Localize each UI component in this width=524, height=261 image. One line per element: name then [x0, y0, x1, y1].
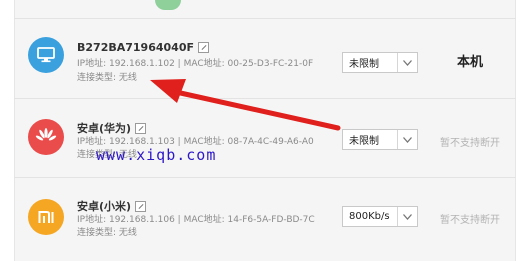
device-row: B272BA71964040F IP地址: 192.168.1.102 | MA…	[14, 19, 516, 99]
disconnect-unavailable-label: 暂不支持断开	[440, 215, 500, 226]
device-name-text: 安卓(小米)	[77, 200, 132, 213]
current-device-label: 本机	[456, 55, 483, 70]
device-name: B272BA71964040F	[77, 41, 209, 54]
device-connection-type: 连接类型: 无线	[77, 228, 137, 238]
speed-limit-value: 未限制	[349, 59, 379, 70]
edit-icon[interactable]	[198, 42, 209, 53]
device-row: 安卓(华为) IP地址: 192.168.1.103 | MAC地址: 08-7…	[14, 99, 516, 178]
device-ip-mac: IP地址: 192.168.1.102 | MAC地址: 00-25-D3-FC…	[77, 59, 314, 69]
speed-limit-select[interactable]: 800Kb/s	[342, 206, 418, 227]
speed-limit-value: 未限制	[349, 136, 379, 147]
device-name-text: 安卓(华为)	[77, 122, 132, 135]
chevron-down-icon	[397, 130, 417, 149]
device-row: 安卓(小米) IP地址: 192.168.1.106 | MAC地址: 14-F…	[14, 178, 516, 258]
device-name: 安卓(小米)	[77, 198, 147, 214]
disconnect-unavailable-label: 暂不支持断开	[440, 138, 500, 149]
device-name-text: B272BA71964040F	[77, 41, 194, 54]
chevron-down-icon	[397, 207, 417, 226]
monitor-icon	[28, 37, 64, 73]
speed-limit-value: 800Kb/s	[349, 211, 390, 222]
watermark-text: www.xiqb.com	[96, 146, 217, 164]
chevron-down-icon	[397, 53, 417, 72]
xiaomi-logo-icon	[28, 199, 64, 235]
speed-limit-select[interactable]: 未限制	[342, 52, 418, 73]
huawei-logo-icon	[28, 119, 64, 155]
device-ip-mac: IP地址: 192.168.1.106 | MAC地址: 14-F6-5A-FD…	[77, 215, 315, 225]
edit-icon[interactable]	[135, 122, 147, 134]
device-name: 安卓(华为)	[77, 120, 147, 136]
speed-limit-select[interactable]: 未限制	[342, 129, 418, 150]
edit-icon[interactable]	[135, 200, 147, 212]
device-connection-type: 连接类型: 无线	[77, 73, 137, 83]
